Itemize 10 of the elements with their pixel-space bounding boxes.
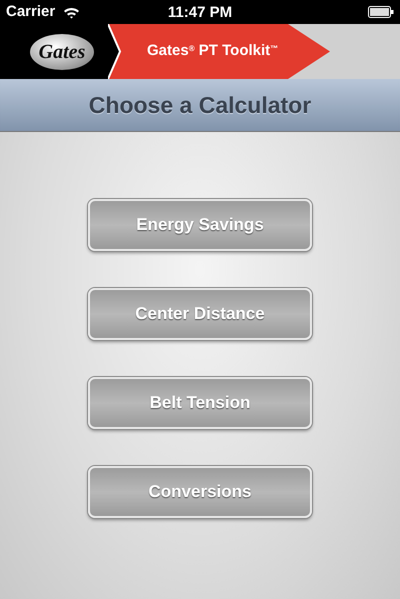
calculator-button[interactable]: Energy Savings bbox=[88, 199, 312, 251]
carrier-label: Carrier bbox=[6, 2, 56, 22]
clock-time: 11:47 PM bbox=[168, 3, 232, 23]
page-title: Choose a Calculator bbox=[88, 90, 312, 120]
app-title: Gates$^{®}$ PT Toolkit$^{™}$ bbox=[147, 41, 278, 61]
calculator-button[interactable]: Belt Tension bbox=[88, 377, 312, 429]
wifi-icon bbox=[63, 6, 80, 18]
calculator-button[interactable]: Conversions bbox=[88, 466, 312, 518]
calculator-button[interactable]: Center Distance bbox=[88, 288, 312, 340]
battery-icon bbox=[368, 6, 394, 18]
